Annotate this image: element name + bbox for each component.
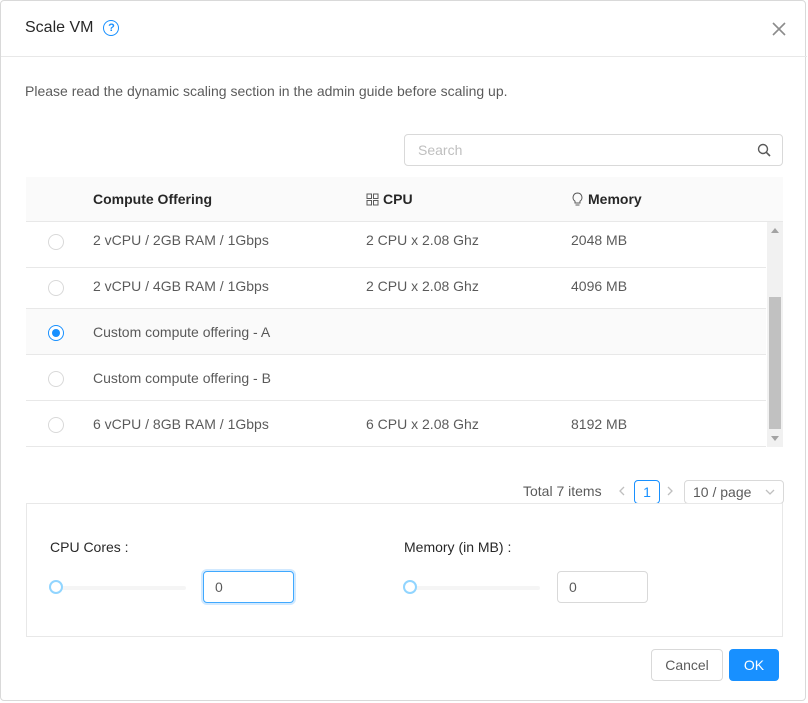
search-input[interactable] [416,141,740,159]
cpu-cores-slider[interactable] [56,586,186,590]
offering-radio-selected[interactable] [48,325,64,341]
offering-memory: 4096 MB [571,278,628,294]
pagination-page-1[interactable]: 1 [634,480,660,504]
scale-vm-dialog: Scale VM ? Please read the dynamic scali… [0,0,807,701]
column-memory-label: Memory [588,191,642,207]
chevron-right-icon[interactable] [663,484,677,498]
offering-name: Custom compute offering - B [93,370,271,386]
help-icon[interactable]: ? [103,20,120,36]
memory-slider[interactable] [410,586,540,590]
dialog-header: Scale VM ? [1,1,807,57]
memory-label: Memory (in MB) : [404,539,512,555]
offering-name: Custom compute offering - A [93,324,271,340]
offering-name: 6 vCPU / 8GB RAM / 1Gbps [93,416,269,432]
memory-slider-handle[interactable] [403,580,417,594]
column-cpu-label: CPU [383,191,413,207]
page-size-value: 10 / page [693,484,752,500]
pagination-total: Total 7 items [523,483,602,499]
table-row[interactable]: 2 vCPU / 4GB RAM / 1Gbps 2 CPU x 2.08 Gh… [26,263,766,309]
offering-name: 2 vCPU / 2GB RAM / 1Gbps [93,232,269,248]
bulb-icon [572,192,583,206]
column-cpu: CPU [366,191,413,207]
chevron-left-icon[interactable] [615,484,629,498]
offering-radio[interactable] [48,280,64,296]
column-memory: Memory [571,191,642,207]
table-scrollbar[interactable] [767,222,783,447]
admin-guide-notice: Please read the dynamic scaling section … [25,83,508,99]
offering-radio[interactable] [48,234,64,250]
offering-name: 2 vCPU / 4GB RAM / 1Gbps [93,278,269,294]
offering-cpu: 2 CPU x 2.08 Ghz [366,278,479,294]
search-box[interactable] [404,134,783,166]
custom-offering-panel [26,503,783,637]
ok-button[interactable]: OK [729,649,779,681]
cpu-cores-label: CPU Cores : [50,539,129,555]
scroll-up-arrow-icon[interactable] [771,228,779,233]
page-size-select[interactable]: 10 / page [684,480,784,504]
memory-input[interactable] [557,571,648,603]
table-header: Compute Offering CPU Memory [26,177,783,222]
cpu-cores-slider-handle[interactable] [49,580,63,594]
offering-radio[interactable] [48,371,64,387]
offering-table-body: 2 vCPU / 2GB RAM / 1Gbps 2 CPU x 2.08 Gh… [26,222,766,447]
dialog-title-wrap: Scale VM ? [25,19,120,37]
table-row[interactable]: Custom compute offering - B [26,355,766,401]
search-icon[interactable] [757,143,771,157]
scroll-thumb[interactable] [769,297,781,429]
cancel-button[interactable]: Cancel [651,649,723,681]
offering-memory: 2048 MB [571,232,628,248]
column-compute-offering: Compute Offering [93,191,212,207]
close-icon[interactable] [769,19,789,39]
table-row[interactable]: 2 vCPU / 2GB RAM / 1Gbps 2 CPU x 2.08 Gh… [26,222,766,268]
table-row[interactable]: Custom compute offering - A [26,309,766,355]
offering-cpu: 2 CPU x 2.08 Ghz [366,232,479,248]
chevron-down-icon [765,489,775,495]
cpu-cores-input[interactable] [203,571,294,603]
dialog-title: Scale VM [25,19,94,36]
grid-icon [366,193,379,205]
scroll-down-arrow-icon[interactable] [771,436,779,441]
offering-cpu: 6 CPU x 2.08 Ghz [366,416,479,432]
offering-memory: 8192 MB [571,416,628,432]
offering-radio[interactable] [48,417,64,433]
table-row[interactable]: 6 vCPU / 8GB RAM / 1Gbps 6 CPU x 2.08 Gh… [26,401,766,447]
